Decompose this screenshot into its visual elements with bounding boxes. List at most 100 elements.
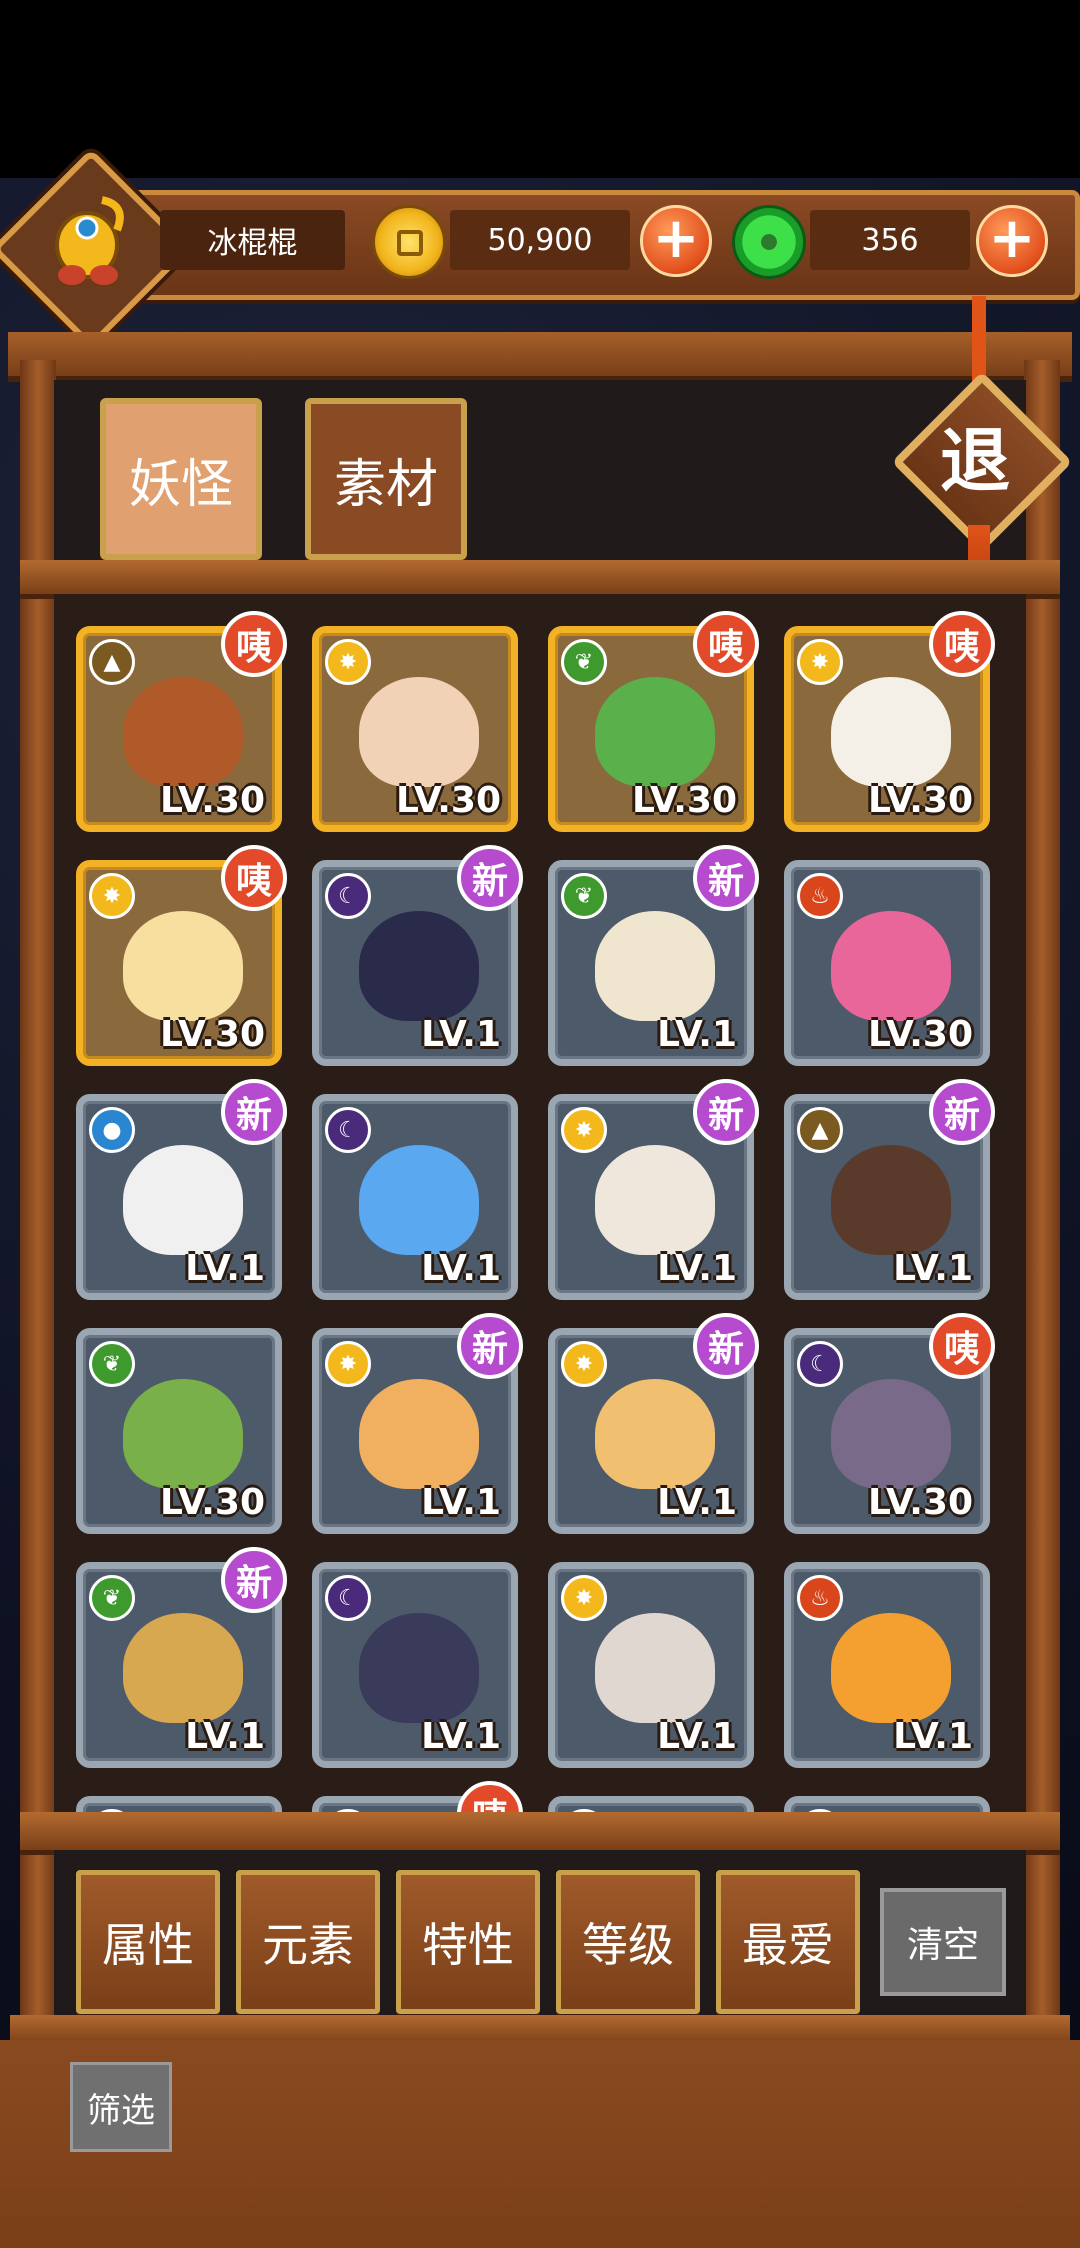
monster-sprite xyxy=(595,911,715,1021)
lower-shelf xyxy=(20,1812,1060,1855)
monster-card[interactable]: ✸ LV.1 新 xyxy=(312,1313,523,1534)
monster-card[interactable]: ❦ LV.30 xyxy=(76,1328,282,1534)
monster-card[interactable]: ☾ LV.1 xyxy=(312,1562,518,1768)
monster-card[interactable]: ▲ LV.30 咦 xyxy=(76,611,287,832)
filter-trait-button[interactable]: 特性 xyxy=(396,1870,540,2014)
sun-icon: ✸ xyxy=(325,639,371,685)
flame-icon: ♨ xyxy=(797,1575,843,1621)
level-label: LV.1 xyxy=(657,1248,737,1289)
monster-sprite xyxy=(359,1145,479,1255)
level-label: LV.1 xyxy=(421,1014,501,1055)
level-label: LV.30 xyxy=(160,780,265,821)
avatar-monster-icon xyxy=(55,196,124,285)
monster-sprite xyxy=(595,1145,715,1255)
moon-icon: ☾ xyxy=(325,1107,371,1153)
filter-favorite-button[interactable]: 最爱 xyxy=(716,1870,860,2014)
monster-card[interactable]: ♨ LV.1 xyxy=(784,1562,990,1768)
monster-card[interactable]: ☾ LV.30 咦 xyxy=(784,1313,995,1534)
new-badge: 新 xyxy=(457,1313,523,1379)
monster-card[interactable]: ● LV.1 新 xyxy=(76,1079,287,1300)
level-label: LV.30 xyxy=(160,1482,265,1523)
screen-button[interactable]: 筛选 xyxy=(70,2062,172,2152)
level-label: LV.30 xyxy=(396,780,501,821)
level-label: LV.1 xyxy=(185,1716,265,1757)
filter-element-button[interactable]: 元素 xyxy=(236,1870,380,2014)
monster-card[interactable]: ✸ LV.30 咦 xyxy=(76,845,287,1066)
monster-sprite xyxy=(123,1613,243,1723)
monster-card[interactable]: ❦ LV.1 新 xyxy=(76,1547,287,1768)
sun-icon: ✸ xyxy=(561,1341,607,1387)
level-label: LV.1 xyxy=(421,1482,501,1523)
level-label: LV.1 xyxy=(421,1716,501,1757)
sun-icon: ✸ xyxy=(561,1575,607,1621)
new-badge: 新 xyxy=(457,845,523,911)
monster-card[interactable]: ✸ LV.1 新 xyxy=(548,1313,759,1534)
frame-right-post xyxy=(1024,360,1060,2040)
filter-attribute-button[interactable]: 属性 xyxy=(76,1870,220,2014)
monster-sprite xyxy=(359,677,479,787)
new-badge: 新 xyxy=(929,1079,995,1145)
new-badge: 新 xyxy=(693,845,759,911)
monster-sprite xyxy=(595,1613,715,1723)
leaf-icon: ❦ xyxy=(89,1575,135,1621)
monster-card[interactable]: ✸ LV.1 新 xyxy=(548,1079,759,1300)
monster-card[interactable]: ☾ LV.1 新 xyxy=(312,845,523,1066)
level-label: LV.1 xyxy=(657,1482,737,1523)
add-gems-button[interactable]: + xyxy=(976,205,1048,277)
level-label: LV.30 xyxy=(868,1014,973,1055)
monster-sprite xyxy=(359,1613,479,1723)
sun-icon: ✸ xyxy=(89,873,135,919)
leaf-icon: ❦ xyxy=(561,639,607,685)
tab-monsters[interactable]: 妖怪 xyxy=(100,398,262,560)
monster-sprite xyxy=(595,1379,715,1489)
mountain-icon: ▲ xyxy=(797,1107,843,1153)
coin-count: 50,900 xyxy=(450,210,630,270)
exit-cord xyxy=(972,296,986,386)
new-badge: 新 xyxy=(221,1079,287,1145)
monster-card[interactable]: ✸ LV.30 咦 xyxy=(784,611,995,832)
new-badge: 新 xyxy=(693,1313,759,1379)
frame-left-post xyxy=(20,360,56,2040)
level-label: LV.30 xyxy=(160,1014,265,1055)
new-badge: 新 xyxy=(693,1079,759,1145)
gem-count: 356 xyxy=(810,210,970,270)
monster-sprite xyxy=(831,1379,951,1489)
monster-sprite xyxy=(123,911,243,1021)
monster-sprite xyxy=(123,1379,243,1489)
monster-card[interactable]: ▲ LV.1 新 xyxy=(784,1079,995,1300)
monster-card[interactable]: ❦ LV.30 咦 xyxy=(548,611,759,832)
monster-card[interactable]: ✸ LV.30 xyxy=(312,626,518,832)
alert-badge: 咦 xyxy=(221,611,287,677)
monster-sprite xyxy=(831,1145,951,1255)
sun-icon: ✸ xyxy=(561,1107,607,1153)
alert-badge: 咦 xyxy=(929,611,995,677)
mountain-icon: ▲ xyxy=(89,639,135,685)
monster-card[interactable]: ❦ LV.1 新 xyxy=(548,845,759,1066)
add-coins-button[interactable]: + xyxy=(640,205,712,277)
level-label: LV.1 xyxy=(893,1716,973,1757)
monster-sprite xyxy=(831,677,951,787)
monster-sprite xyxy=(123,1145,243,1255)
monster-grid: ▲ LV.30 咦 ✸ LV.30 ❦ LV.30 咦 ✸ LV.30 咦 ✸ LV.30 咦 ☾ LV.1 新… xyxy=(54,594,1026,1816)
exit-label: 退 xyxy=(940,419,1010,502)
monster-sprite xyxy=(123,677,243,787)
level-label: LV.1 xyxy=(185,1248,265,1289)
monster-card[interactable]: ✸ LV.1 xyxy=(548,1562,754,1768)
filter-level-button[interactable]: 等级 xyxy=(556,1870,700,2014)
monster-sprite xyxy=(595,677,715,787)
clear-button[interactable]: 清空 xyxy=(880,1888,1006,1996)
monster-sprite xyxy=(359,911,479,1021)
level-label: LV.30 xyxy=(868,1482,973,1523)
gem-icon xyxy=(732,205,806,279)
moon-icon: ☾ xyxy=(797,1341,843,1387)
exit-button[interactable]: 退 xyxy=(891,371,1073,553)
leaf-icon: ❦ xyxy=(561,873,607,919)
tab-materials[interactable]: 素材 xyxy=(305,398,467,560)
monster-sprite xyxy=(359,1379,479,1489)
monster-card[interactable]: ♨ LV.30 xyxy=(784,860,990,1066)
level-label: LV.1 xyxy=(893,1248,973,1289)
level-label: LV.30 xyxy=(632,780,737,821)
monster-card[interactable]: ☾ LV.1 xyxy=(312,1094,518,1300)
moon-icon: ☾ xyxy=(325,1575,371,1621)
sun-icon: ✸ xyxy=(325,1341,371,1387)
